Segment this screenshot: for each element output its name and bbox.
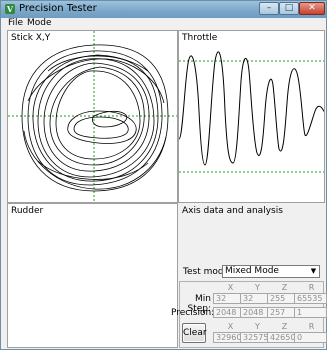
menu-mode[interactable]: Mode [27, 18, 52, 29]
app-window: V Precision Tester – □ ✕ File Mode Stick… [0, 0, 327, 350]
app-icon: V [5, 4, 15, 14]
rudder-panel-label: Rudder [11, 206, 44, 216]
title-bar[interactable]: V Precision Tester – □ ✕ [1, 1, 326, 18]
stick-panel-label: Stick X,Y [11, 33, 51, 43]
throttle-panel: Throttle [178, 30, 325, 203]
menu-file[interactable]: File [8, 18, 23, 29]
stick-trace [21, 44, 169, 192]
test-mode-select[interactable]: Mixed Mode ▼ [222, 265, 320, 278]
throttle-panel-label: Throttle [182, 33, 218, 43]
column-header-r-2: R [308, 322, 315, 331]
window-title: Precision Tester [19, 3, 97, 14]
precision-r-field[interactable]: 1 [294, 307, 327, 318]
column-header-r: R [308, 283, 315, 292]
minimize-button[interactable]: – [259, 2, 279, 15]
min-step-r-field[interactable]: 65535 [294, 293, 327, 304]
maximize-button[interactable]: □ [279, 2, 299, 15]
close-button[interactable]: ✕ [299, 2, 325, 15]
throttle-plot [179, 51, 324, 173]
chevron-down-icon[interactable]: ▼ [309, 267, 318, 276]
menu-bar: File Mode [1, 18, 326, 29]
precision-label: Precision: [171, 308, 215, 318]
analysis-title: Axis data and analysis [182, 206, 283, 216]
rudder-panel: Rudder [7, 203, 178, 348]
test-mode-value: Mixed Mode [225, 266, 279, 276]
clear-button[interactable]: Clear [182, 323, 207, 343]
current-r-field[interactable]: 0 [294, 332, 327, 343]
stick-xy-plot [8, 31, 177, 202]
stick-xy-panel: Stick X,Y [7, 30, 178, 203]
throttle-trace [179, 51, 324, 166]
